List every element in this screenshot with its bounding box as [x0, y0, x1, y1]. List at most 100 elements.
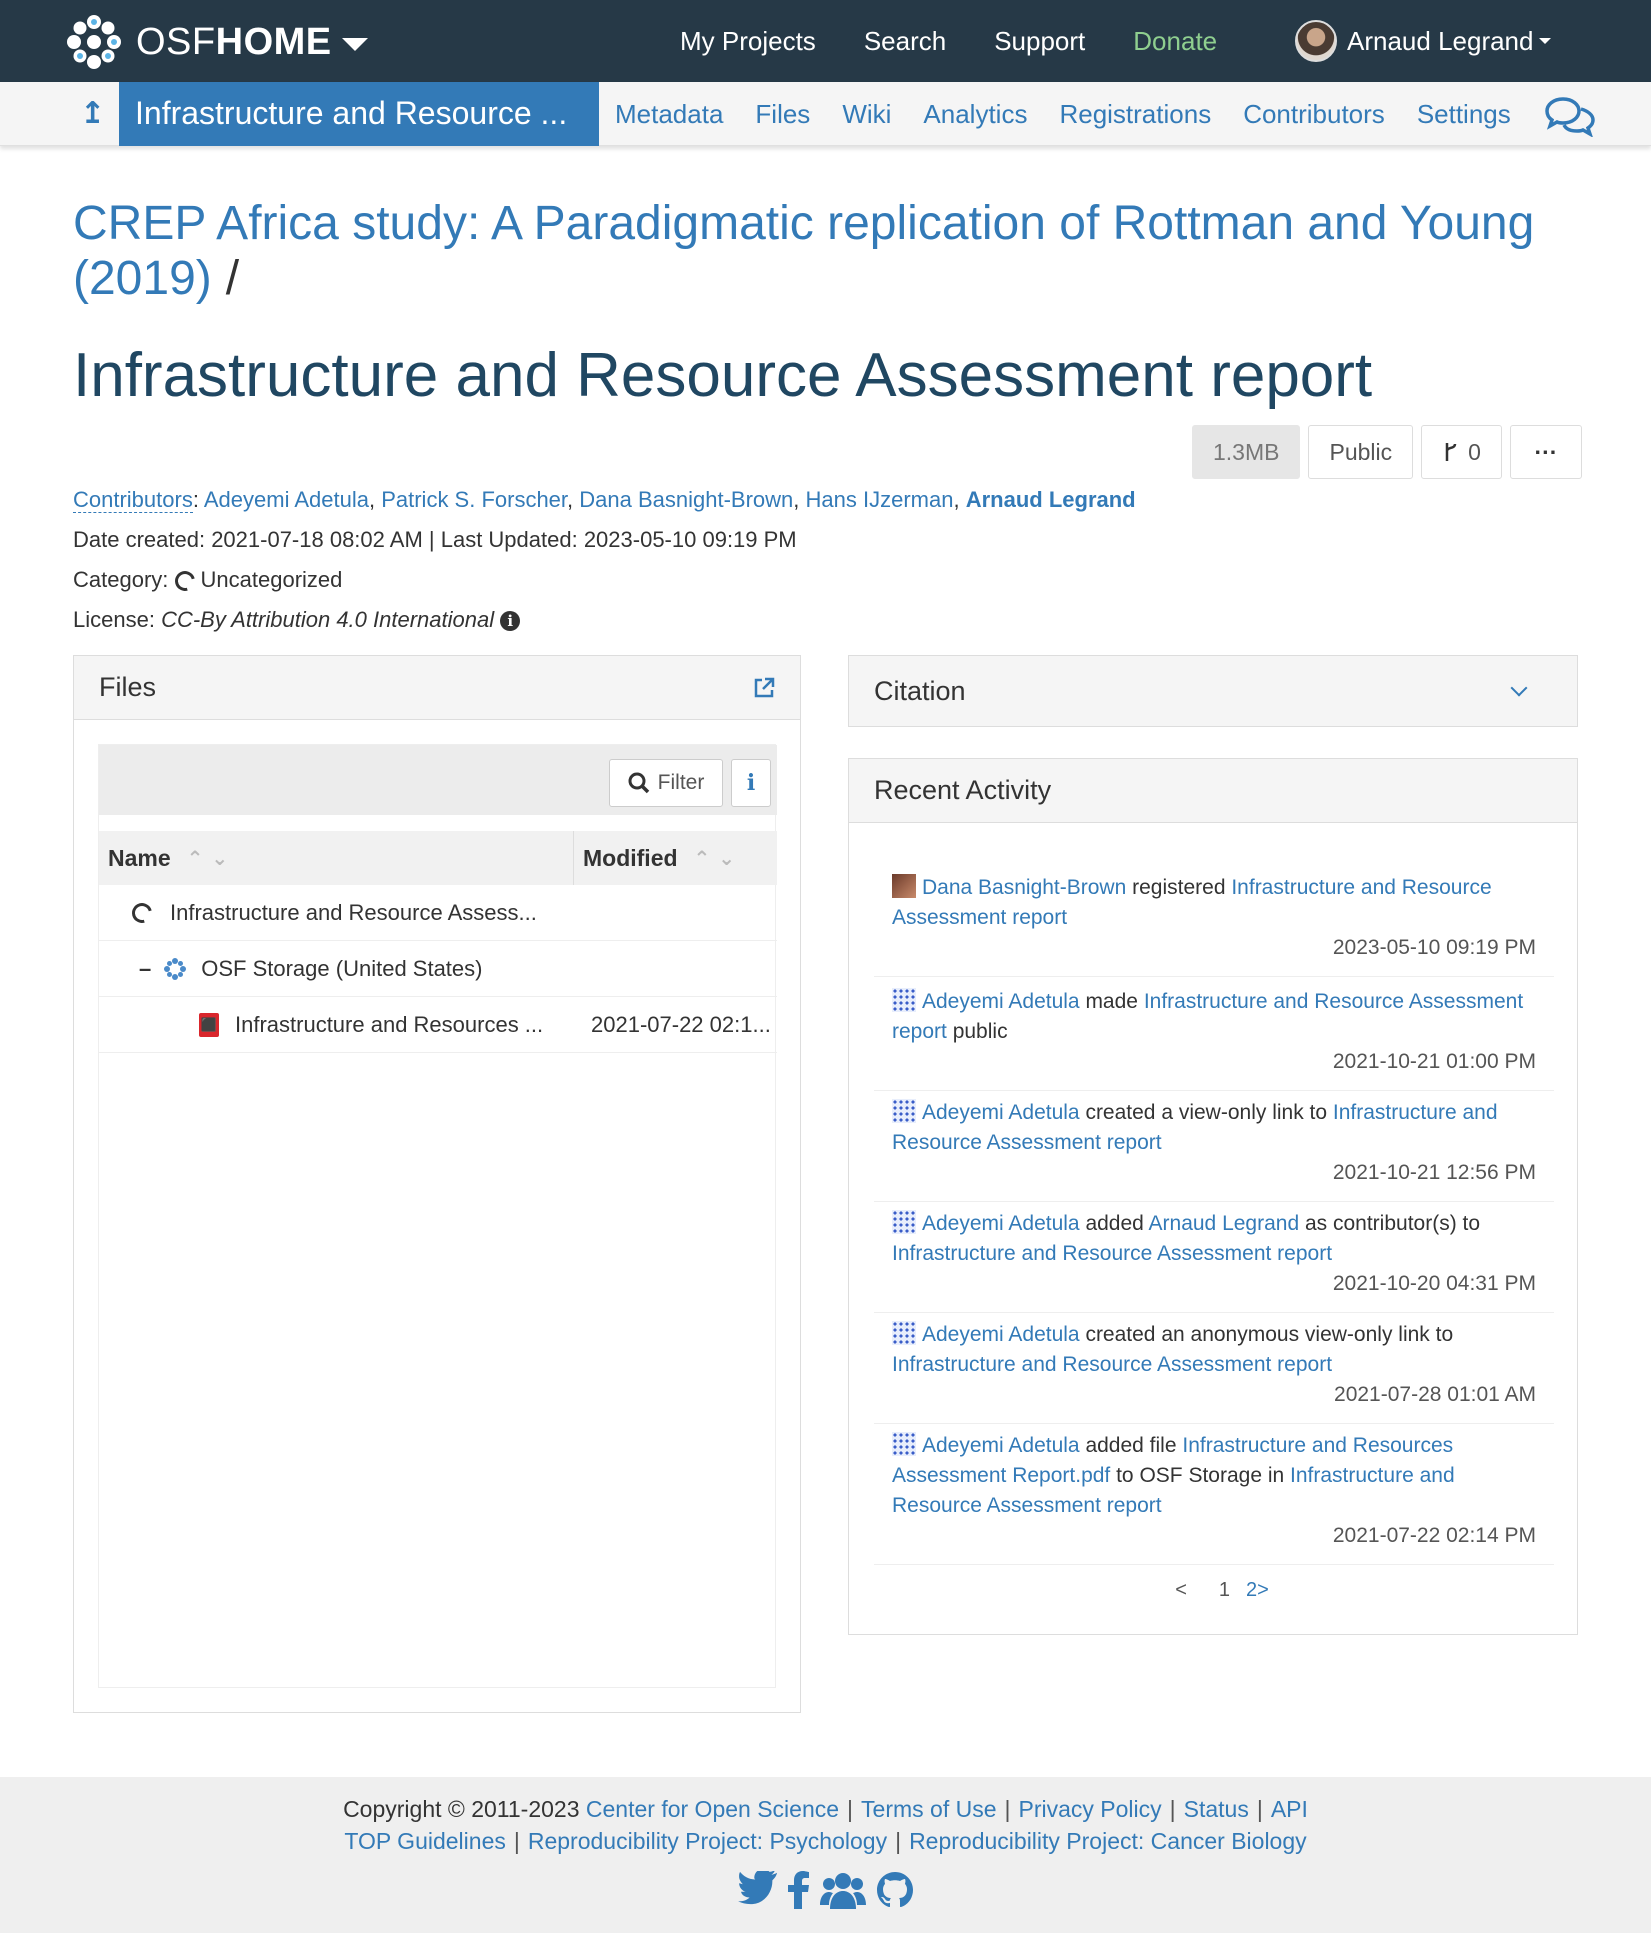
- caret-down-icon: [1539, 38, 1552, 44]
- brand-home: HOME: [215, 20, 332, 63]
- pager-page-2[interactable]: 2: [1246, 1579, 1257, 1602]
- license-value: CC-By Attribution 4.0 International: [161, 607, 495, 632]
- file-row-name: Infrastructure and Resource Assess...: [170, 899, 537, 925]
- parent-project-title: CREP Africa study: A Paradigmatic replic…: [73, 196, 1613, 306]
- activity-target-link[interactable]: Infrastructure and Resource Assessment r…: [892, 1353, 1332, 1376]
- file-row-project[interactable]: Infrastructure and Resource Assess...: [99, 885, 777, 941]
- fork-button[interactable]: 0: [1421, 425, 1502, 479]
- activity-timestamp: 2023-05-10 09:19 PM: [1332, 936, 1536, 959]
- activity-user-link[interactable]: Adeyemi Adetula: [922, 1434, 1080, 1457]
- footer: Copyright © 2011-2023 Center for Open Sc…: [0, 1777, 1651, 1933]
- tab-metadata[interactable]: Metadata: [615, 99, 723, 130]
- activity-user-link[interactable]: Adeyemi Adetula: [922, 1101, 1080, 1124]
- contributor-link[interactable]: Adeyemi Adetula: [204, 487, 369, 512]
- recent-activity-header: Recent Activity: [849, 759, 1577, 823]
- size-badge: 1.3MB: [1192, 425, 1301, 479]
- comments-icon[interactable]: [1545, 95, 1595, 137]
- activity-user-link[interactable]: Adeyemi Adetula: [922, 1212, 1080, 1235]
- breadcrumb-separator: /: [225, 252, 240, 305]
- tab-registrations[interactable]: Registrations: [1059, 99, 1211, 130]
- contributor-link[interactable]: Arnaud Legrand: [966, 487, 1136, 512]
- parent-project-link[interactable]: CREP Africa study: A Paradigmatic replic…: [73, 197, 1534, 305]
- nav-my-projects[interactable]: My Projects: [680, 26, 816, 57]
- user-menu[interactable]: Arnaud Legrand: [1295, 20, 1552, 62]
- avatar: [892, 1099, 916, 1123]
- facebook-icon[interactable]: [787, 1871, 810, 1909]
- footer-link-api[interactable]: API: [1271, 1796, 1308, 1822]
- activity-timestamp: 2021-10-21 01:00 PM: [1332, 1050, 1536, 1073]
- info-button[interactable]: i: [731, 759, 771, 807]
- osf-home-brand[interactable]: OSF HOME: [66, 14, 368, 70]
- activity-target-link[interactable]: Arnaud Legrand: [1149, 1212, 1300, 1235]
- fork-icon: [1445, 443, 1457, 461]
- footer-link-privacy[interactable]: Privacy Policy: [1019, 1796, 1162, 1822]
- contributor-link[interactable]: Dana Basnight-Brown: [579, 487, 793, 512]
- sort-arrows-icon[interactable]: ⌃⌄: [694, 846, 744, 871]
- column-modified-label: Modified: [583, 844, 678, 871]
- sort-arrows-icon[interactable]: ⌃⌄: [187, 846, 237, 871]
- activity-text: as contributor(s) to: [1299, 1212, 1481, 1235]
- tab-files[interactable]: Files: [755, 99, 810, 130]
- project-icon: [128, 898, 156, 927]
- footer-link-rpcb[interactable]: Reproducibility Project: Cancer Biology: [909, 1828, 1307, 1854]
- nav-support[interactable]: Support: [994, 26, 1085, 57]
- tab-wiki[interactable]: Wiki: [842, 99, 891, 130]
- info-icon[interactable]: i: [500, 611, 521, 632]
- column-name[interactable]: Name ⌃⌄: [99, 831, 574, 885]
- collapse-icon[interactable]: –: [139, 956, 151, 982]
- avatar: [892, 1210, 916, 1234]
- file-row-storage[interactable]: – OSF Storage (United States): [99, 941, 777, 997]
- visibility-button[interactable]: Public: [1308, 425, 1414, 479]
- footer-link-cos[interactable]: Center for Open Science: [586, 1796, 839, 1822]
- caret-down-icon[interactable]: [341, 37, 368, 51]
- current-project-tab[interactable]: Infrastructure and Resource ...: [119, 82, 599, 146]
- chevron-down-icon[interactable]: [1510, 679, 1528, 697]
- nav-donate[interactable]: Donate: [1133, 26, 1217, 57]
- tab-contributors[interactable]: Contributors: [1243, 99, 1385, 130]
- footer-link-status[interactable]: Status: [1184, 1796, 1249, 1822]
- activity-item: Adeyemi Adetula created a view-only link…: [874, 1098, 1554, 1202]
- more-options-button[interactable]: ···: [1509, 425, 1582, 479]
- activity-user-link[interactable]: Dana Basnight-Brown: [922, 876, 1126, 899]
- tab-settings[interactable]: Settings: [1417, 99, 1511, 130]
- contributor-link[interactable]: Patrick S. Forscher: [381, 487, 567, 512]
- category-label: Category:: [73, 567, 169, 592]
- parent-project-icon[interactable]: ↥: [80, 96, 105, 131]
- social-links: [0, 1871, 1651, 1909]
- citation-panel-header[interactable]: Citation: [849, 656, 1577, 726]
- column-modified[interactable]: Modified ⌃⌄: [574, 831, 752, 885]
- file-browser: Filter i Name ⌃⌄ Modified ⌃⌄ Infrastruct…: [98, 744, 777, 1688]
- dates-line: Date created: 2021-07-18 08:02 AM | Last…: [73, 527, 797, 552]
- license-label: License:: [73, 607, 155, 632]
- footer-link-terms[interactable]: Terms of Use: [861, 1796, 996, 1822]
- pager-next[interactable]: >: [1257, 1579, 1269, 1602]
- activity-text: made: [1079, 990, 1144, 1013]
- filter-button[interactable]: Filter: [609, 759, 723, 807]
- activity-timestamp: 2021-10-20 04:31 PM: [1332, 1272, 1536, 1295]
- github-icon[interactable]: [876, 1871, 914, 1909]
- activity-item: Adeyemi Adetula added Arnaud Legrand as …: [874, 1209, 1554, 1313]
- citation-panel[interactable]: Citation: [848, 655, 1578, 727]
- activity-target-link[interactable]: Infrastructure and Resource Assessment r…: [892, 1242, 1332, 1265]
- category-line: Category: Uncategorized: [73, 567, 342, 595]
- avatar: [892, 874, 916, 898]
- pager-prev[interactable]: <: [1175, 1579, 1187, 1602]
- nav-search[interactable]: Search: [864, 26, 946, 57]
- activity-text: added: [1079, 1212, 1149, 1235]
- category-icon: [170, 567, 199, 595]
- twitter-icon[interactable]: [737, 1871, 778, 1905]
- activity-user-link[interactable]: Adeyemi Adetula: [922, 990, 1080, 1013]
- page-title: Infrastructure and Resource Assessment r…: [73, 341, 1373, 410]
- activity-user-link[interactable]: Adeyemi Adetula: [922, 1323, 1080, 1346]
- group-icon[interactable]: [819, 1871, 866, 1909]
- contributors-label[interactable]: Contributors: [73, 487, 193, 513]
- external-link-icon[interactable]: [752, 676, 776, 700]
- tab-analytics[interactable]: Analytics: [923, 99, 1027, 130]
- file-row-pdf[interactable]: ⬛ Infrastructure and Resources ... 2021-…: [99, 997, 777, 1053]
- project-navbar: ↥ Infrastructure and Resource ... Metada…: [0, 82, 1651, 146]
- footer-link-rpp[interactable]: Reproducibility Project: Psychology: [528, 1828, 887, 1854]
- contributor-link[interactable]: Hans IJzerman: [806, 487, 954, 512]
- activity-text: created an anonymous view-only link to: [1079, 1323, 1454, 1346]
- pager-page-1[interactable]: 1: [1219, 1579, 1230, 1602]
- footer-link-top[interactable]: TOP Guidelines: [344, 1828, 506, 1854]
